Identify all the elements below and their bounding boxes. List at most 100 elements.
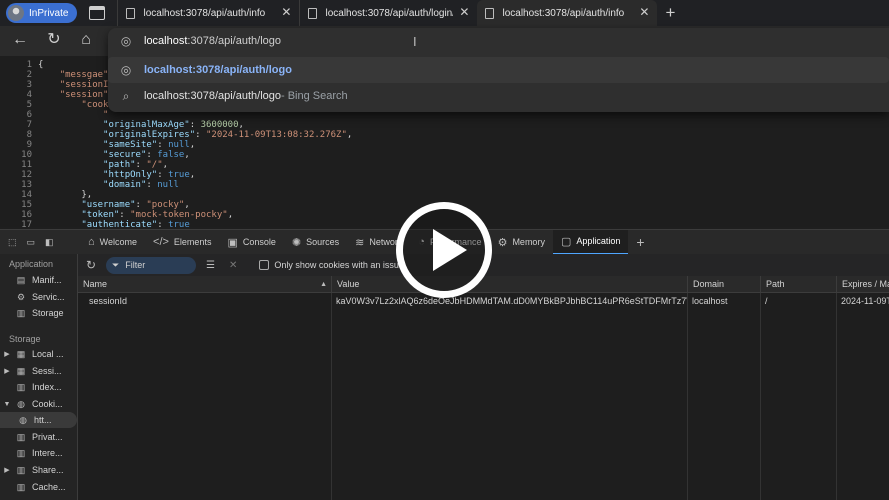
device-icon[interactable]: ▭ (27, 237, 36, 248)
play-button-icon[interactable] (396, 202, 492, 298)
column-divider (760, 293, 761, 500)
column-header-value[interactable]: Value (331, 276, 687, 293)
sidebar-item-manifest[interactable]: ▤ Manif... (0, 272, 77, 288)
cookie-icon: ◍ (17, 398, 25, 409)
sidebar-heading-storage: Storage (9, 334, 41, 344)
line-number: 7 (26, 120, 32, 130)
line-number: 9 (26, 140, 32, 150)
cell-path: / (765, 296, 768, 306)
sidebar-item-shared-storage[interactable]: ▶ ▥ Share... (0, 462, 77, 478)
code-line: "token": "mock-token-pocky", (81, 210, 234, 220)
sidebar-item-storage[interactable]: ▥ Storage (0, 305, 77, 321)
only-issue-checkbox[interactable] (259, 260, 270, 270)
tab-console[interactable]: ▣ Console (219, 230, 283, 255)
console-icon: ▣ (227, 236, 238, 249)
column-label: Domain (693, 279, 725, 289)
suggestion-text: localhost:3078/api/auth/logo (144, 64, 292, 76)
refresh-icon[interactable]: ↻ (86, 258, 96, 272)
close-tab-icon[interactable]: ✕ (281, 5, 291, 19)
suggestion-item[interactable]: ◎ localhost:3078/api/auth/logo (108, 57, 889, 83)
inspect-icon[interactable]: ⬚ (8, 237, 17, 248)
sidebar-item-local-storage[interactable]: ▶ ▦ Local ... (0, 346, 77, 362)
sidebar-item-label: Storage (32, 308, 64, 318)
tab-elements[interactable]: </> Elements (145, 230, 219, 255)
tab-label: Sources (306, 237, 340, 247)
only-issue-label: Only show cookies with an issue (274, 260, 404, 270)
code-line: "domain": null (103, 180, 179, 190)
column-divider (836, 293, 837, 500)
search-icon: ⌕ (122, 88, 130, 103)
new-tab-icon[interactable]: + (665, 3, 675, 23)
browser-tab-active[interactable]: localhost:3078/api/auth/info ✕ (477, 0, 658, 26)
suggestion-subtext: - Bing Search (281, 90, 348, 102)
database-icon: ▥ (16, 481, 26, 492)
sidebar-item-label: Manif... (32, 275, 62, 285)
line-number: 11 (21, 160, 32, 170)
grid-icon: ▦ (16, 348, 26, 359)
text-cursor-icon: I (413, 34, 417, 49)
clear-all-icon[interactable]: ☰ (206, 260, 215, 271)
sidebar-item-interest-groups[interactable]: ▥ Intere... (0, 445, 77, 461)
sidebar-item-indexeddb[interactable]: ▥ Index... (0, 379, 77, 395)
cookie-icon: ◍ (19, 414, 27, 425)
page-icon (485, 7, 495, 19)
line-number: 12 (21, 170, 32, 180)
code-line: "username": "pocky", (81, 200, 190, 210)
collapse-icon: ▼ (3, 400, 11, 408)
browser-tab[interactable]: localhost:3078/api/auth/login/po ✕ (299, 0, 477, 26)
column-header-domain[interactable]: Domain (687, 276, 760, 293)
database-icon: ▥ (16, 307, 26, 318)
address-input[interactable]: ◎ localhost:3078/api/auth/logo I (108, 28, 889, 54)
browser-tab[interactable]: localhost:3078/api/auth/info ✕ (117, 0, 299, 26)
table-header: Name ▲ Value Domain Path Expires / Max (78, 276, 889, 293)
back-icon[interactable]: ← (10, 30, 30, 50)
line-number: 14 (21, 190, 32, 200)
column-header-name[interactable]: Name ▲ (78, 276, 331, 293)
tab-sources[interactable]: ✺ Sources (284, 230, 347, 255)
tab-application[interactable]: ▢ Application (552, 229, 629, 255)
column-header-path[interactable]: Path (760, 276, 836, 293)
globe-icon: ◎ (120, 34, 132, 48)
code-line: "secure": false, (103, 150, 190, 160)
close-tab-icon[interactable]: ✕ (639, 5, 649, 19)
refresh-icon[interactable]: ↻ (44, 30, 64, 50)
code-line: "sameSite": null, (103, 140, 196, 150)
more-tabs-icon[interactable]: + (636, 234, 644, 250)
filter-input[interactable]: ⏷ Filter (106, 256, 196, 274)
expand-icon: ▶ (4, 368, 10, 375)
code-icon: </> (153, 236, 169, 248)
sidebar-item-label: Cooki... (32, 399, 63, 409)
table-row[interactable]: sessionId kaV0W3v7Lz2xlAQ6z6deOeJbHDMMdT… (78, 293, 889, 310)
delete-icon[interactable]: ✕ (229, 260, 237, 271)
gear-icon: ⚙ (16, 291, 26, 302)
line-number: 2 (26, 70, 32, 80)
sidebar-item-cookies[interactable]: ▼ ◍ Cooki... (0, 396, 77, 412)
home-icon[interactable]: ⌂ (76, 30, 96, 50)
column-header-expires[interactable]: Expires / Max (836, 276, 889, 293)
close-tab-icon[interactable]: ✕ (459, 5, 469, 19)
suggestion-item[interactable]: ⌕ localhost:3078/api/auth/logo - Bing Se… (108, 83, 889, 109)
filter-icon: ⏷ (112, 259, 120, 270)
line-number: 13 (21, 180, 32, 190)
expand-icon: ▶ (4, 351, 10, 358)
column-divider (331, 293, 332, 500)
tab-title: localhost:3078/api/auth/info (143, 7, 266, 19)
memory-icon: ⚙ (497, 236, 508, 249)
tab-welcome[interactable]: ⌂ Welcome (80, 230, 145, 255)
sidebar-item-cookie-origin[interactable]: ◍ htt... (0, 412, 77, 428)
database-icon: ▥ (16, 431, 26, 442)
sidebar-item-cache-storage[interactable]: ▥ Cache... (0, 479, 77, 495)
line-number: 10 (21, 150, 32, 160)
tab-memory[interactable]: ⚙ Memory (490, 230, 553, 255)
tab-actions-icon[interactable] (89, 6, 106, 20)
sidebar-heading-application: Application (9, 259, 54, 269)
column-label: Expires / Max (842, 279, 889, 289)
code-line: "originalExpires": "2024-11-09T13:08:32.… (103, 130, 353, 140)
sidebar-toggle-icon[interactable]: ◧ (45, 237, 54, 248)
sidebar-item-session-storage[interactable]: ▶ ▦ Sessi... (0, 363, 77, 379)
sidebar-item-service-workers[interactable]: ⚙ Servic... (0, 289, 77, 305)
inprivate-badge[interactable]: InPrivate (6, 3, 78, 23)
cell-domain: localhost (692, 296, 728, 306)
sidebar-item-private-state-tokens[interactable]: ▥ Privat... (0, 429, 77, 445)
database-icon: ▥ (16, 464, 26, 475)
